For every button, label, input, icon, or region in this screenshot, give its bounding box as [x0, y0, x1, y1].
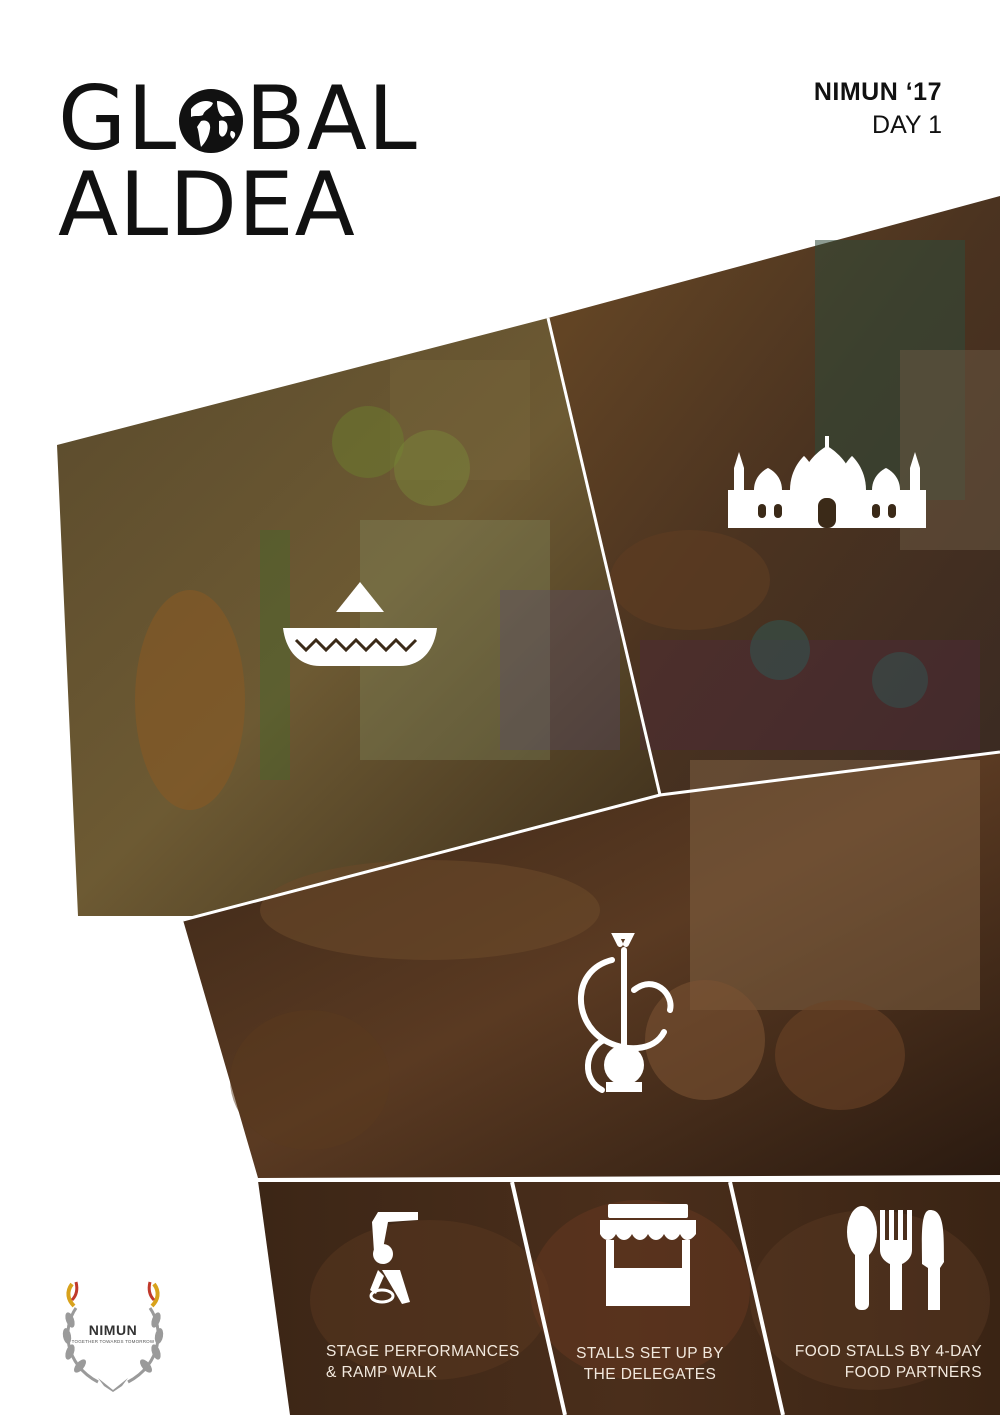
photo-collage	[57, 196, 1000, 1415]
logo-tagline: TOGETHER TOWARDS TOMORROW	[71, 1339, 155, 1344]
logo-name: NIMUN	[88, 1322, 138, 1338]
highlight-food-stalls: FOOD STALLS BY 4-DAY FOOD PARTNERS	[794, 1343, 982, 1381]
highlight-stalls: STALLS SET UP BY THE DELEGATES	[576, 1345, 724, 1383]
nimun-logo: NIMUN TOGETHER TOWARDS TOMORROW	[58, 1278, 168, 1394]
highlight-stage-performances: STAGE PERFORMANCES & RAMP WALK	[326, 1343, 520, 1381]
